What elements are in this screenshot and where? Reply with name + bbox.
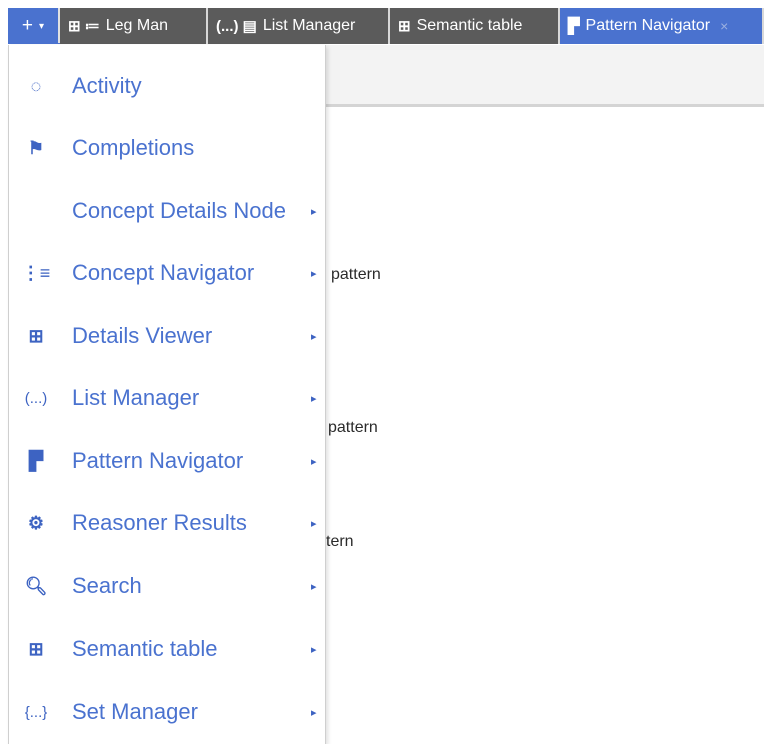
- table-icon: ⊞: [28, 638, 44, 659]
- pattern-icon: ▛: [568, 18, 580, 35]
- submenu-arrow-icon: ▸: [311, 267, 317, 280]
- workspace-header: [326, 45, 764, 107]
- submenu-arrow-icon: ▸: [311, 517, 317, 530]
- menu-item-label: Details Viewer: [72, 323, 213, 348]
- background-text: tern: [326, 533, 354, 550]
- menu-item-label: List Manager: [72, 385, 200, 410]
- menu-item-label: Semantic table: [72, 636, 218, 661]
- menu-item-concept-details-node[interactable]: Concept Details Node ▸: [9, 183, 327, 239]
- tab-label: Pattern Navigator: [585, 17, 711, 34]
- pattern-icon: ▛: [29, 450, 43, 471]
- menu-item-label: Pattern Navigator: [72, 448, 244, 473]
- table-icon: ⊞: [398, 18, 411, 35]
- menu-item-label: Search: [72, 573, 142, 598]
- tab-pattern-navigator[interactable]: ▛ Pattern Navigator ×: [560, 8, 764, 44]
- menu-item-label: Concept Navigator: [72, 260, 255, 285]
- menu-item-activity[interactable]: ◌ Activity: [9, 58, 327, 114]
- list-icon: (...): [24, 389, 48, 407]
- tab-label: List Manager: [262, 17, 356, 34]
- tab-list-manager[interactable]: (...) ▤ List Manager: [208, 8, 390, 44]
- tab-label: Semantic table: [416, 17, 523, 34]
- menu-item-reasoner-results[interactable]: ⚙ Reasoner Results ▸: [9, 495, 327, 551]
- background-text: pattern: [328, 419, 378, 436]
- tab-label: Leg Man: [105, 17, 169, 34]
- submenu-arrow-icon: ▸: [311, 455, 317, 468]
- details-tree-icon: ⊞ ≔: [68, 18, 100, 35]
- menu-item-list-manager[interactable]: (...) List Manager ▸: [9, 370, 327, 426]
- menu-item-label: Activity: [72, 73, 142, 98]
- menu-item-label: Completions: [72, 135, 195, 160]
- add-view-menu: ◌ Activity ⚑ Completions Concept Details…: [8, 45, 326, 744]
- list-icon: (...) ▤: [216, 18, 257, 35]
- submenu-arrow-icon: ▸: [311, 330, 317, 343]
- search-icon: 🔍︎: [24, 575, 48, 596]
- menu-item-completions[interactable]: ⚑ Completions: [9, 120, 327, 176]
- activity-icon: ◌: [30, 75, 42, 96]
- submenu-arrow-icon: ▸: [311, 643, 317, 656]
- menu-item-semantic-table[interactable]: ⊞ Semantic table ▸: [9, 621, 327, 677]
- plus-icon: +: [21, 15, 34, 36]
- close-icon[interactable]: ×: [720, 18, 728, 34]
- menu-item-label: Concept Details Node: [72, 198, 287, 223]
- menu-item-set-manager[interactable]: {...} Set Manager ▸: [9, 684, 327, 740]
- tree-icon: ⋮≡: [21, 262, 51, 283]
- submenu-arrow-icon: ▸: [311, 205, 317, 218]
- submenu-arrow-icon: ▸: [311, 580, 317, 593]
- tab-semantic-table[interactable]: ⊞ Semantic table: [390, 8, 560, 44]
- gears-icon: ⚙: [27, 512, 45, 533]
- menu-item-label: Reasoner Results: [72, 510, 247, 535]
- submenu-arrow-icon: ▸: [311, 392, 317, 405]
- tab-leg-man[interactable]: ⊞ ≔ Leg Man: [60, 8, 208, 44]
- menu-item-search[interactable]: 🔍︎ Search ▸: [9, 558, 327, 614]
- details-viewer-icon: ⊞: [28, 325, 44, 346]
- tab-bar: + ▾ ⊞ ≔ Leg Man (...) ▤ List Manager ⊞ S…: [8, 8, 764, 44]
- flag-icon: ⚑: [27, 137, 45, 158]
- menu-item-concept-navigator[interactable]: ⋮≡ Concept Navigator ▸: [9, 245, 327, 301]
- background-text: pattern: [331, 266, 381, 283]
- submenu-arrow-icon: ▸: [311, 706, 317, 719]
- menu-item-pattern-navigator[interactable]: ▛ Pattern Navigator ▸: [9, 433, 327, 489]
- add-view-button[interactable]: + ▾: [8, 8, 58, 44]
- menu-item-label: Set Manager: [72, 699, 198, 724]
- menu-item-details-viewer[interactable]: ⊞ Details Viewer ▸: [9, 308, 327, 364]
- set-icon: {...}: [24, 703, 48, 721]
- caret-down-icon: ▾: [39, 20, 45, 32]
